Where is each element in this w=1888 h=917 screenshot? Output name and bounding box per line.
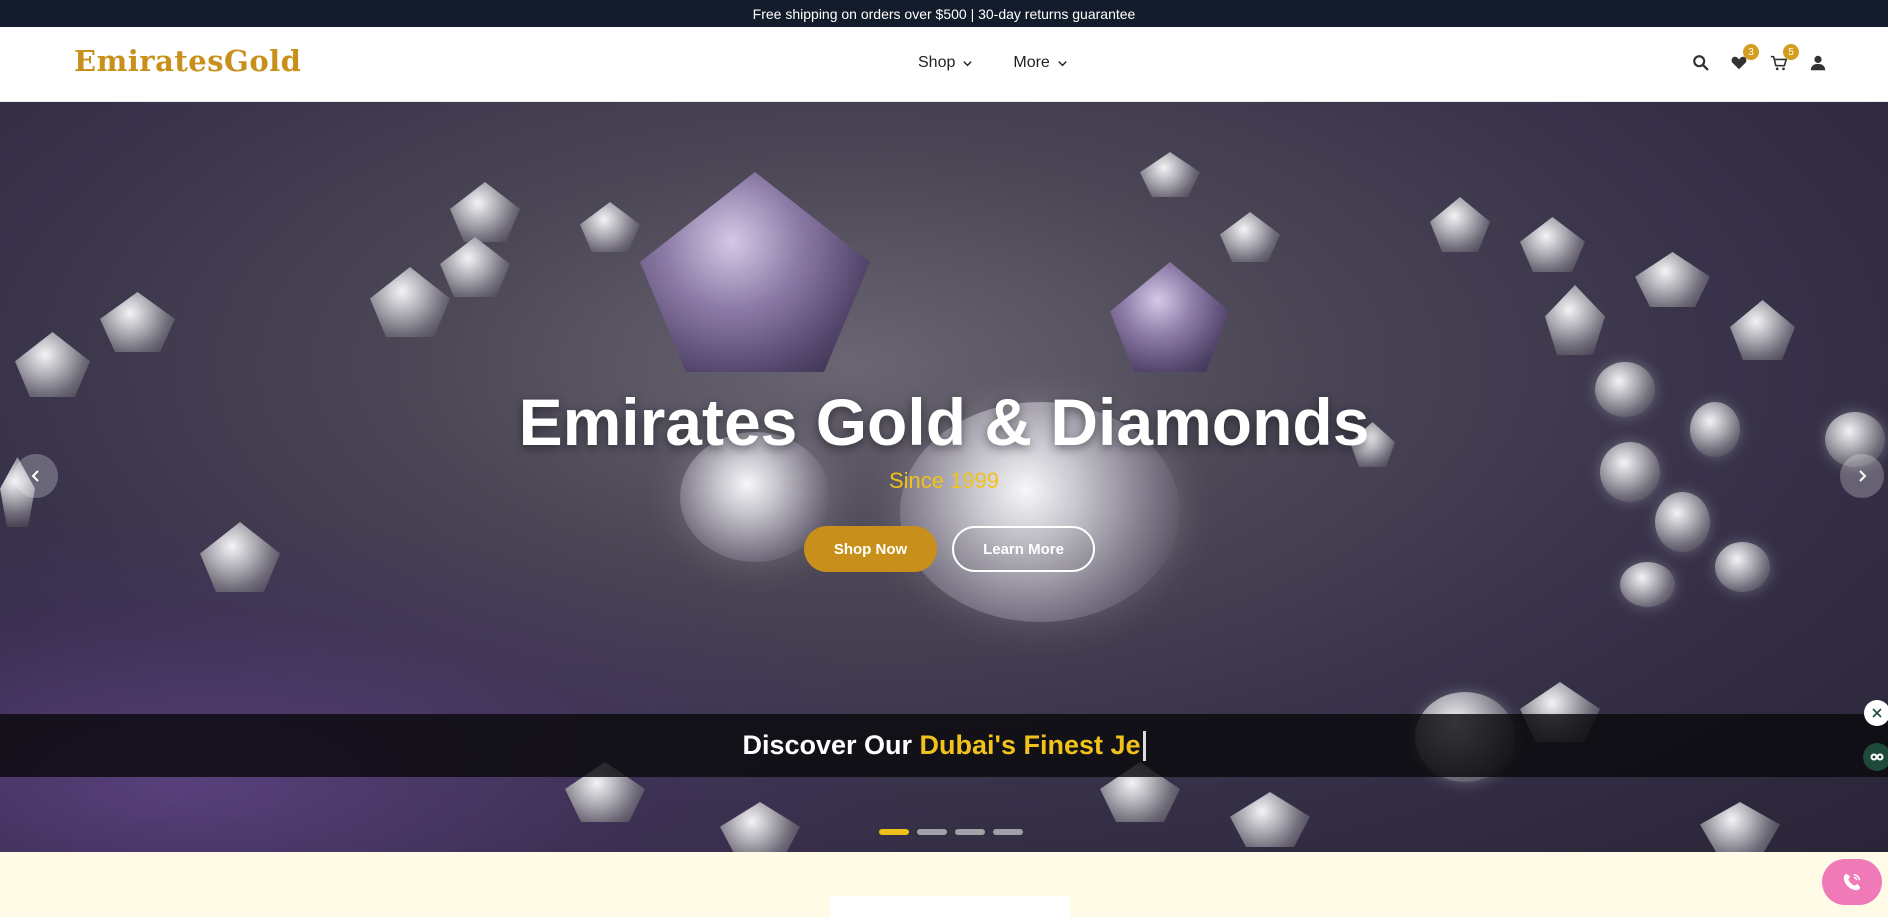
hero-title: Emirates Gold & Diamonds [518,385,1370,459]
nav-shop-label: Shop [918,54,956,71]
diamond-decoration [1730,300,1795,360]
carousel-prev-button[interactable] [14,454,58,498]
diamond-decoration [1620,562,1675,607]
carousel-dot-1[interactable] [879,829,909,835]
diamond-decoration [1520,217,1585,272]
chevron-down-icon [963,60,973,66]
diamond-decoration [440,237,510,297]
close-widget-button[interactable] [1864,700,1888,726]
cart-count-badge: 5 [1783,44,1799,60]
ticker-highlight: Dubai's Finest Je [919,729,1141,760]
phone-icon [1843,873,1861,891]
main-nav: Shop More [918,54,1068,72]
user-icon [1810,55,1826,71]
typing-ticker: Discover Our Dubai's Finest Je [0,714,1888,777]
diamond-decoration [1230,792,1310,847]
nav-more-label: More [1013,54,1050,71]
diamond-decoration [1655,492,1710,552]
carousel-dot-2[interactable] [917,829,947,835]
nav-shop[interactable]: Shop [918,54,973,72]
announcement-text: Free shipping on orders over $500 | 30-d… [752,5,1136,22]
diamond-decoration [370,267,450,337]
hero-subtitle: Since 1999 [888,468,1000,493]
section-card [830,896,1070,917]
ticker-text: Discover Our Dubai's Finest Je [742,729,1146,762]
diamond-decoration [1430,197,1490,252]
diamond-decoration [640,172,870,372]
diamond-decoration [1700,802,1780,852]
diamond-decoration [1140,152,1200,197]
call-button[interactable] [1822,859,1882,905]
diamond-decoration [100,292,175,352]
wishlist-count-badge: 3 [1743,44,1759,60]
site-logo[interactable]: EmiratesGold [74,44,301,78]
diamond-decoration [1715,542,1770,592]
cart-button[interactable]: 5 [1768,44,1799,74]
ticker-prefix: Discover Our [742,729,920,760]
owl-icon [1870,753,1884,761]
close-icon [1872,708,1882,718]
search-button[interactable] [1690,52,1712,74]
announcement-bar: Free shipping on orders over $500 | 30-d… [0,0,1888,27]
carousel-next-button[interactable] [1840,454,1884,498]
chevron-right-icon [1859,470,1867,482]
chevron-left-icon [31,470,39,482]
account-button[interactable] [1807,52,1829,74]
carousel-dot-3[interactable] [955,829,985,835]
chevron-down-icon [1058,60,1067,66]
diamond-decoration [1545,285,1605,355]
learn-more-button[interactable]: Learn More [952,526,1095,572]
diamond-decoration [1110,262,1230,372]
carousel-dots [879,829,1023,835]
search-icon [1693,55,1709,71]
nav-more[interactable]: More [1013,54,1067,72]
carousel-dot-4[interactable] [993,829,1023,835]
typing-caret [1142,731,1146,762]
diamond-decoration [1220,212,1280,262]
diamond-decoration [580,202,640,252]
diamond-decoration [450,182,520,242]
diamond-decoration [1635,252,1710,307]
hero-carousel: Emirates Gold & Diamonds Since 1999 Shop… [0,102,1888,852]
wishlist-button[interactable]: 3 [1728,44,1759,74]
shop-now-button[interactable]: Shop Now [804,526,937,572]
site-header: EmiratesGold Shop More 3 5 [0,27,1888,102]
hero-background-glow [0,522,900,852]
chat-widget-button[interactable] [1863,743,1888,771]
